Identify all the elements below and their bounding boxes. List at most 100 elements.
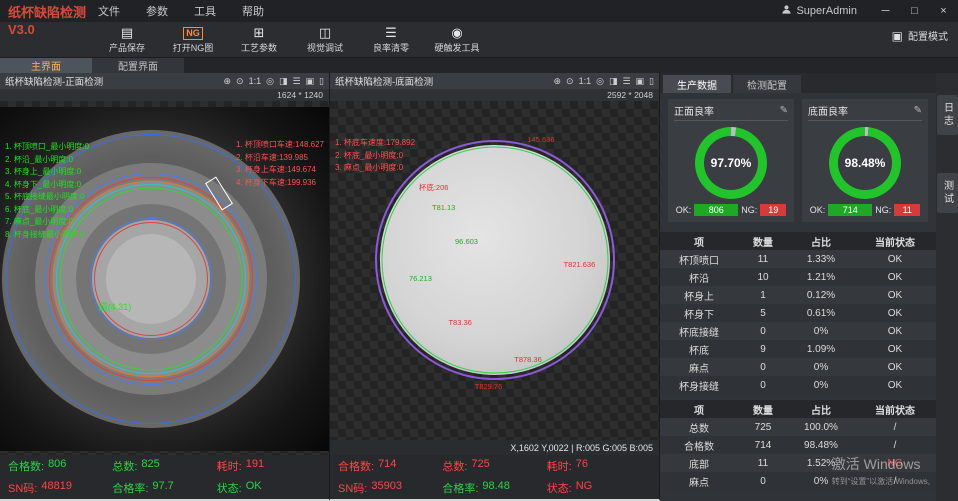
tab-production-data[interactable]: 生产数据 — [663, 75, 731, 93]
table-row[interactable]: 杯底接缝00%OK — [660, 322, 936, 340]
table-row[interactable]: 杯底91.09%OK — [660, 340, 936, 358]
list-icon[interactable]: ☰ — [292, 75, 300, 87]
table-row[interactable]: 麻点00%OK — [660, 358, 936, 376]
table-cell: 0.61% — [788, 308, 854, 319]
bottom-camera-toolbar: ⊕ ⊙ 1:1 ◎ ◨ ☰ ▣ ▯ — [553, 75, 654, 87]
delete-icon[interactable]: ▯ — [319, 75, 324, 87]
one-to-one-icon[interactable]: 1:1 — [579, 75, 592, 87]
split-view-icon[interactable]: ◨ — [279, 75, 288, 87]
table-cell: OK — [854, 272, 936, 283]
zoom-fit-icon[interactable]: ⊙ — [236, 75, 244, 87]
table-cell: 10 — [738, 272, 788, 283]
tab-detection-config[interactable]: 检测配置 — [733, 75, 801, 93]
tab-test[interactable]: 测试 — [937, 173, 958, 213]
stat-item: 耗时:76 — [547, 458, 651, 474]
table-cell: OK — [854, 326, 936, 337]
menu-item-工具[interactable]: 工具 — [194, 3, 216, 19]
open-ng-icon: NG — [183, 27, 203, 40]
stat-item: 状态:OK — [217, 480, 321, 496]
summary-table: 项数量占比当前状态总数725100.0%/合格数71498.48%/底部111.… — [660, 400, 936, 490]
measure-label: 圆(4.31) — [99, 300, 132, 313]
tab-config-view[interactable]: 配置界面 — [92, 58, 184, 73]
yield-reset-button[interactable]: ☰良率清零 — [364, 25, 418, 54]
vision-debug-button[interactable]: ◫视觉调试 — [298, 25, 352, 54]
menu-item-参数[interactable]: 参数 — [146, 3, 168, 19]
user-account[interactable]: SuperAdmin — [781, 4, 857, 18]
data-panel: 生产数据 检测配置 正面良率 ✎ 97.70% OK: — [660, 73, 936, 501]
table-cell: 合格数 — [660, 438, 738, 453]
table-row[interactable]: 杯顶喷口111.33%OK — [660, 250, 936, 268]
bottom-camera-resolution: 2592 * 2048 — [330, 89, 659, 101]
tab-main-view[interactable]: 主界面 — [0, 58, 92, 73]
stat-item: SN码:48819 — [8, 480, 112, 496]
zoom-in-icon[interactable]: ⊕ — [223, 75, 231, 87]
eye-icon[interactable]: ◎ — [596, 75, 604, 87]
save-button[interactable]: ▤产品保存 — [100, 25, 154, 54]
menu-item-文件[interactable]: 文件 — [98, 3, 120, 19]
delete-icon[interactable]: ▯ — [649, 75, 654, 87]
bottom-camera-viewport[interactable]: 145.636杯底:206T81.1396.60376.213T821.636T… — [330, 101, 659, 440]
table-cell: / — [854, 440, 936, 451]
zoom-fit-icon[interactable]: ⊙ — [566, 75, 574, 87]
front-annotation-list-right: 1. 杯顶喷口车速:148.6272. 杯沿车速:139.9853. 杯身上车速… — [236, 139, 324, 189]
data-panel-tabs: 生产数据 检测配置 — [660, 73, 936, 93]
close-button[interactable]: × — [929, 0, 958, 22]
defect-marker: T83.36 — [448, 318, 471, 327]
edit-icon[interactable]: ✎ — [914, 105, 922, 116]
table-row[interactable]: 麻点00%/ — [660, 472, 936, 490]
table-cell: NG — [854, 458, 936, 469]
table-cell: 714 — [738, 440, 788, 451]
front-camera-resolution: 1624 * 1240 — [0, 89, 329, 101]
ok-label: OK: — [676, 205, 692, 215]
defect-marker: T829.76 — [475, 382, 503, 391]
config-mode-button[interactable]: ▣ 配置模式 — [892, 28, 948, 43]
stat-value: 98.48 — [482, 480, 510, 496]
table-cell: 725 — [738, 422, 788, 433]
table-cell: 1.09% — [788, 344, 854, 355]
split-view-icon[interactable]: ◨ — [609, 75, 618, 87]
front-camera-viewport[interactable]: 圆(4.31) 1. 杯顶喷口_最小明度:02. 杯沿_最小明度:03. 杯身上… — [0, 101, 329, 455]
table-row[interactable]: 杯身下50.61%OK — [660, 304, 936, 322]
table-row[interactable]: 底部111.52%NG — [660, 454, 936, 472]
list-icon[interactable]: ☰ — [622, 75, 630, 87]
tab-log[interactable]: 日志 — [937, 95, 958, 135]
open-ng-button[interactable]: NG打开NG图 — [166, 25, 220, 54]
table-row[interactable]: 杯沿101.21%OK — [660, 268, 936, 286]
bottom-camera-title: 纸杯缺陷检测-底面检测 — [335, 74, 433, 88]
app-title: 纸杯缺陷检测 V3.0 — [8, 4, 86, 38]
stat-item: 总数:825 — [112, 458, 216, 474]
expand-icon[interactable]: ▣ — [636, 75, 645, 87]
stat-label: 状态: — [217, 480, 242, 496]
table-row[interactable]: 总数725100.0%/ — [660, 418, 936, 436]
stat-value: 825 — [141, 458, 159, 474]
one-to-one-icon[interactable]: 1:1 — [249, 75, 262, 87]
table-cell: 1.52% — [788, 458, 854, 469]
defect-marker: 96.603 — [455, 237, 478, 246]
expand-icon[interactable]: ▣ — [306, 75, 315, 87]
bottom-camera-header: 纸杯缺陷检测-底面检测 ⊕ ⊙ 1:1 ◎ ◨ ☰ ▣ ▯ — [330, 73, 659, 89]
table-row[interactable]: 合格数71498.48%/ — [660, 436, 936, 454]
bottom-yield-card: 底面良率 ✎ 98.48% OK: 714 NG: 11 — [802, 99, 928, 222]
menu-item-帮助[interactable]: 帮助 — [242, 3, 264, 19]
user-name: SuperAdmin — [796, 5, 857, 17]
table-cell: 1.33% — [788, 254, 854, 265]
table-row[interactable]: 杯身接缝00%OK — [660, 376, 936, 394]
table-header-cell: 占比 — [788, 234, 854, 249]
defect-marker: T878.36 — [514, 355, 542, 364]
minimize-button[interactable]: ─ — [871, 0, 900, 22]
annotation-line: 1. 杯底车速度:179.892 — [335, 137, 415, 150]
table-header-cell: 数量 — [738, 402, 788, 417]
toolbar-button-label: 视觉调试 — [307, 41, 343, 54]
table-row[interactable]: 杯身上10.12%OK — [660, 286, 936, 304]
front-yield-value: 97.70% — [711, 156, 752, 170]
defect-marker: 76.213 — [409, 274, 432, 283]
table-cell: 1.21% — [788, 272, 854, 283]
stat-value: 714 — [378, 458, 396, 474]
eye-icon[interactable]: ◎ — [266, 75, 274, 87]
hard-trigger-button[interactable]: ◉硬触发工具 — [430, 25, 484, 54]
maximize-button[interactable]: □ — [900, 0, 929, 22]
vision-debug-icon: ◫ — [319, 25, 331, 40]
process-params-button[interactable]: ⊞工艺参数 — [232, 25, 286, 54]
edit-icon[interactable]: ✎ — [780, 105, 788, 116]
zoom-in-icon[interactable]: ⊕ — [553, 75, 561, 87]
